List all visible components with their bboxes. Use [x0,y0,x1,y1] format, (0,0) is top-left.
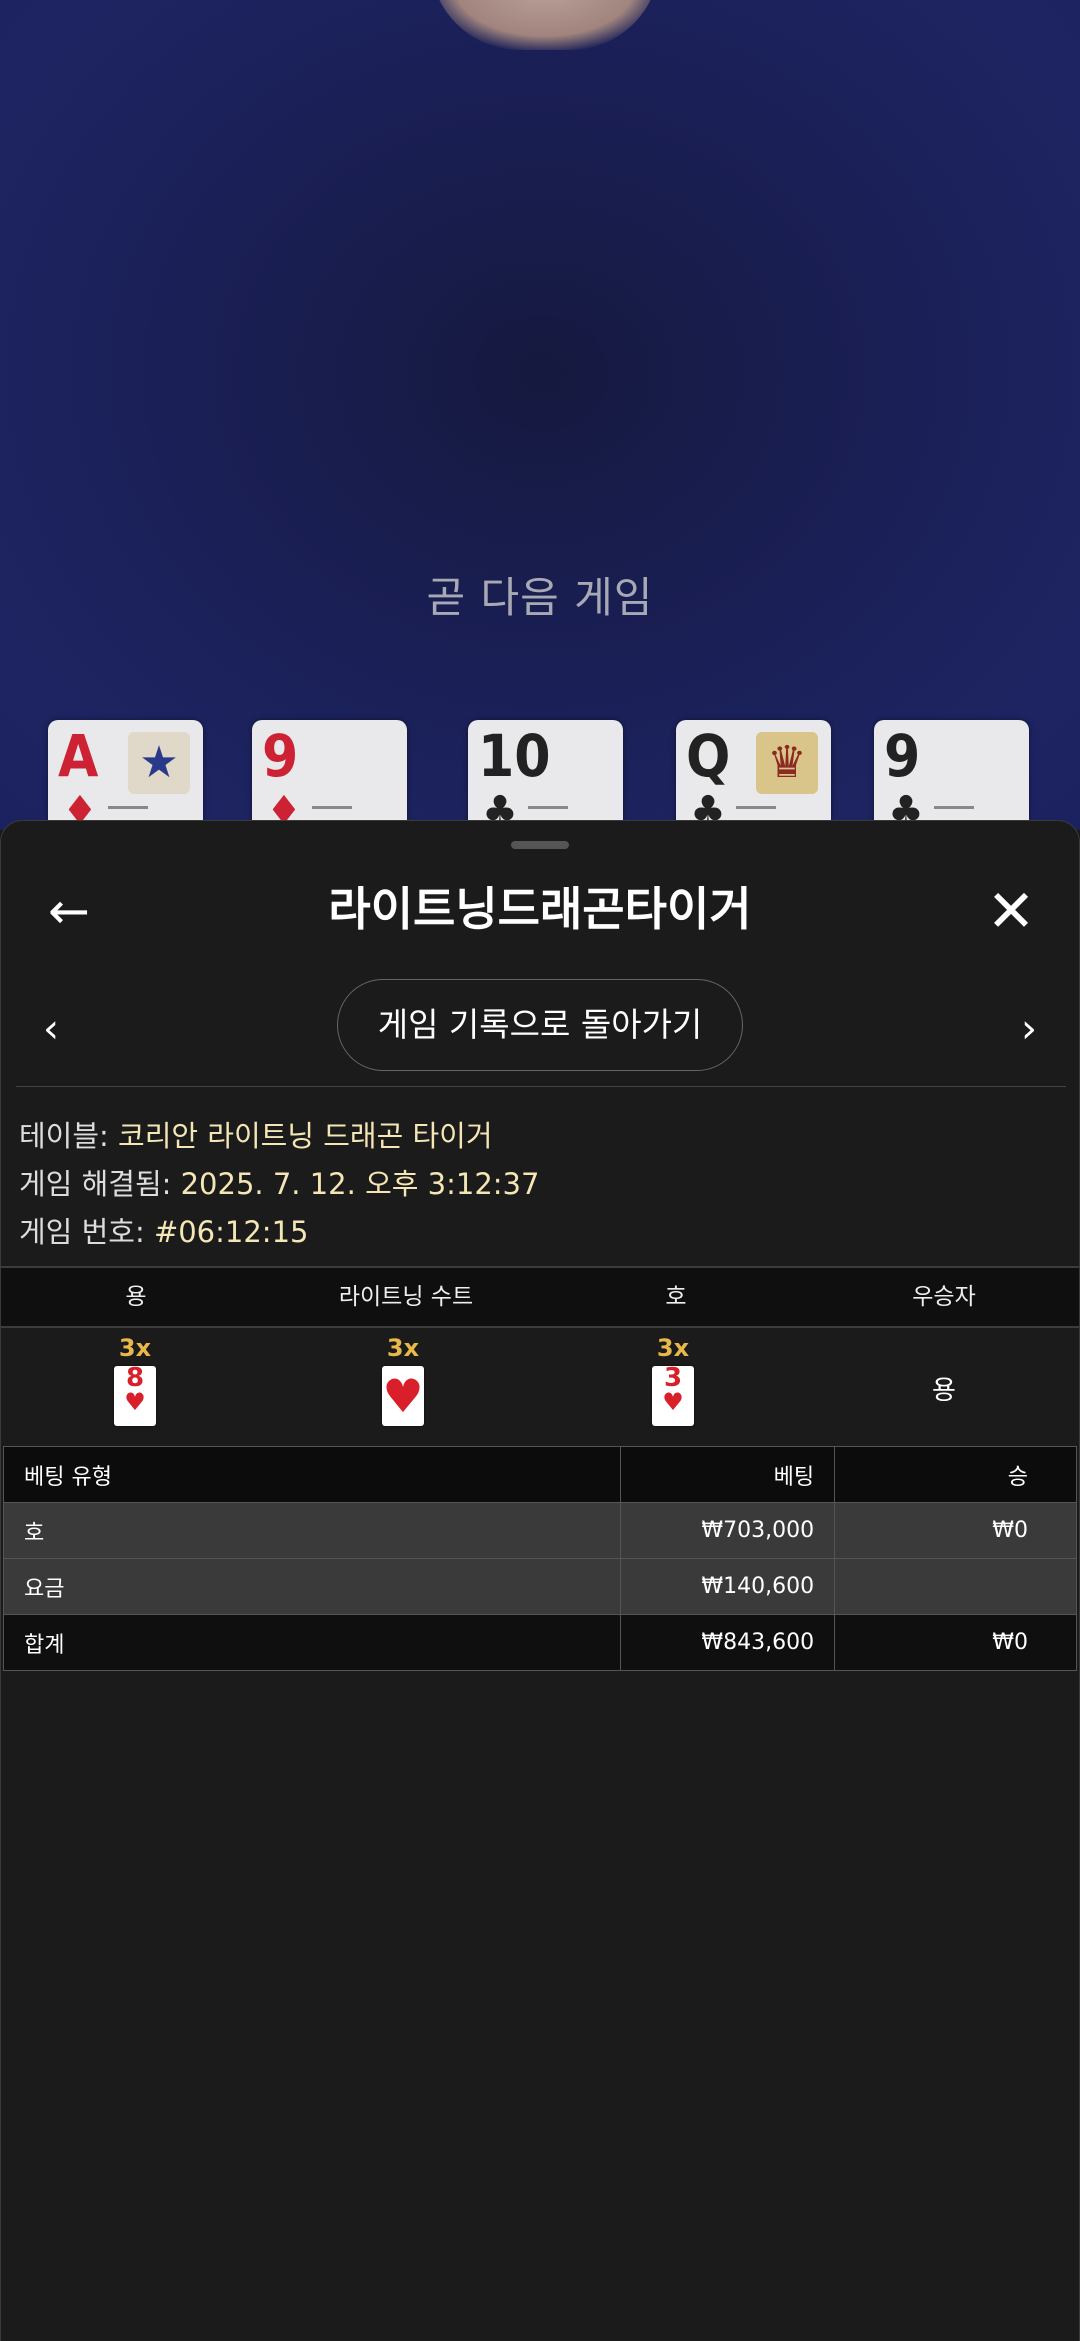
mini-card: 3 ♥ [652,1365,694,1426]
dealer-hand [430,0,660,50]
game-number-label: 게임 번호: [19,1215,145,1249]
table-info-label: 테이블: [19,1119,109,1153]
multiplier-badge: 3x [656,1334,690,1362]
mini-card: ♥ [382,1366,424,1426]
header-winner: 우승자 [912,1284,976,1310]
drag-handle[interactable] [511,841,569,849]
mini-card: 8 ♥ [114,1365,156,1426]
bet-type-cell: 요금 [2,1558,622,1615]
header-win: 승 [834,1446,1077,1503]
table-card: 9 ♣ [874,720,1029,830]
card-face: ♛ [756,732,818,794]
lightning-suit-card: 3x ♥ [373,1334,433,1426]
card-rank: 10 [478,722,551,790]
total-win-cell: ₩0 [834,1614,1077,1671]
card-face: ★ [128,732,190,794]
win-amount-cell: ₩0 [834,1502,1077,1559]
bet-amount-cell: ₩140,600 [620,1558,836,1615]
total-bet-cell: ₩843,600 [620,1614,836,1671]
game-number-value: #06:12:15 [153,1215,309,1249]
multiplier-badge: 3x [118,1334,152,1362]
card-rank: 9 [884,722,921,790]
sheet-title: 라이트닝드래곤타이거 [328,882,752,936]
chevron-left-icon[interactable]: ‹ [31,999,71,1059]
bets-header-row: 베팅 유형 베팅 승 [2,1446,1077,1503]
next-game-label: 곧 다음 게임 [426,573,654,622]
table-card: 9 ♦ [252,720,407,830]
bet-type-cell: 호 [2,1502,622,1559]
close-icon[interactable]: ✕ [981,881,1041,941]
bet-amount-cell: ₩703,000 [620,1502,836,1559]
header-lightning-suit: 라이트닝 수트 [338,1284,474,1310]
round-header: 용 라이트닝 수트 호 우승자 [1,1266,1079,1328]
table-info: 테이블: 코리안 라이트닝 드래곤 타이거 [19,1113,493,1155]
dragon-card: 3x 8 ♥ [105,1334,165,1426]
total-row: 합계 ₩843,600 ₩0 [2,1614,1077,1671]
bets-table: 베팅 유형 베팅 승 호 ₩703,000 ₩0 요금 ₩140,600 합계 … [2,1446,1077,1671]
back-to-history-button[interactable]: 게임 기록으로 돌아가기 [337,979,743,1071]
heart-icon: ♥ [124,1388,146,1416]
game-history-sheet: ← 라이트닝드래곤타이거 ✕ ‹ 게임 기록으로 돌아가기 › 테이블: 코리안… [0,820,1080,2341]
chevron-right-icon[interactable]: › [1009,999,1049,1059]
multiplier-badge: 3x [386,1334,420,1362]
resolved-info: 게임 해결됨: 2025. 7. 12. 오후 3:12:37 [19,1161,539,1203]
game-stream-background: 곧 다음 게임 A ♦ ★ 9 ♦ 10 ♣ Q ♣ ♛ 9 ♣ [0,0,1080,830]
heart-icon: ♥ [382,1369,424,1423]
table-row: 요금 ₩140,600 [2,1558,1077,1615]
total-label-cell: 합계 [2,1614,622,1671]
resolved-info-value: 2025. 7. 12. 오후 3:12:37 [180,1167,540,1201]
table-card: A ♦ ★ [48,720,203,830]
winner-value: 용 [932,1376,956,1406]
resolved-info-label: 게임 해결됨: [19,1167,172,1201]
tiger-card: 3x 3 ♥ [643,1334,703,1426]
header-bet: 베팅 [620,1446,836,1503]
game-number-info: 게임 번호: #06:12:15 [19,1209,308,1251]
divider [16,1086,1066,1087]
table-card: 10 ♣ [468,720,623,830]
table-info-value: 코리안 라이트닝 드래곤 타이거 [118,1119,493,1153]
table-row: 호 ₩703,000 ₩0 [2,1502,1077,1559]
table-card: Q ♣ ♛ [676,720,831,830]
win-amount-cell [834,1558,1077,1615]
header-bet-type: 베팅 유형 [2,1446,622,1503]
round-result-row: 3x 8 ♥ 3x ♥ 3x 3 ♥ 용 [1,1326,1079,1446]
header-dragon: 용 [125,1284,147,1310]
header-tiger: 호 [665,1284,687,1310]
card-rank: A [58,722,99,790]
heart-icon: ♥ [662,1388,684,1416]
card-rank: 9 [262,722,299,790]
card-rank: Q [686,722,731,790]
